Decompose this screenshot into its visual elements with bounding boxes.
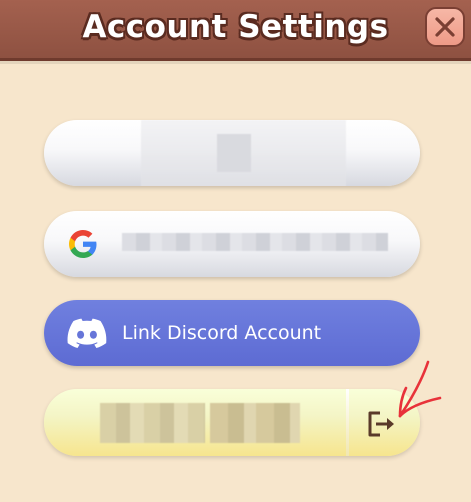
close-x-icon	[435, 17, 455, 37]
redacted-account-name-part	[210, 403, 300, 443]
guest-account-row[interactable]	[44, 120, 420, 186]
divider	[346, 389, 349, 456]
google-account-row[interactable]	[44, 211, 420, 277]
close-button[interactable]	[425, 7, 465, 47]
page-title: Account Settings	[82, 9, 389, 45]
red-arrow-annotation	[398, 360, 442, 418]
current-account-row	[44, 389, 420, 456]
redacted-account-name	[100, 403, 205, 443]
google-icon	[69, 230, 97, 258]
redacted-username-detail	[217, 134, 251, 172]
link-discord-label: Link Discord Account	[122, 322, 322, 344]
link-discord-button[interactable]: Link Discord Account	[44, 300, 420, 366]
redacted-email	[122, 233, 388, 251]
discord-icon	[67, 318, 107, 348]
